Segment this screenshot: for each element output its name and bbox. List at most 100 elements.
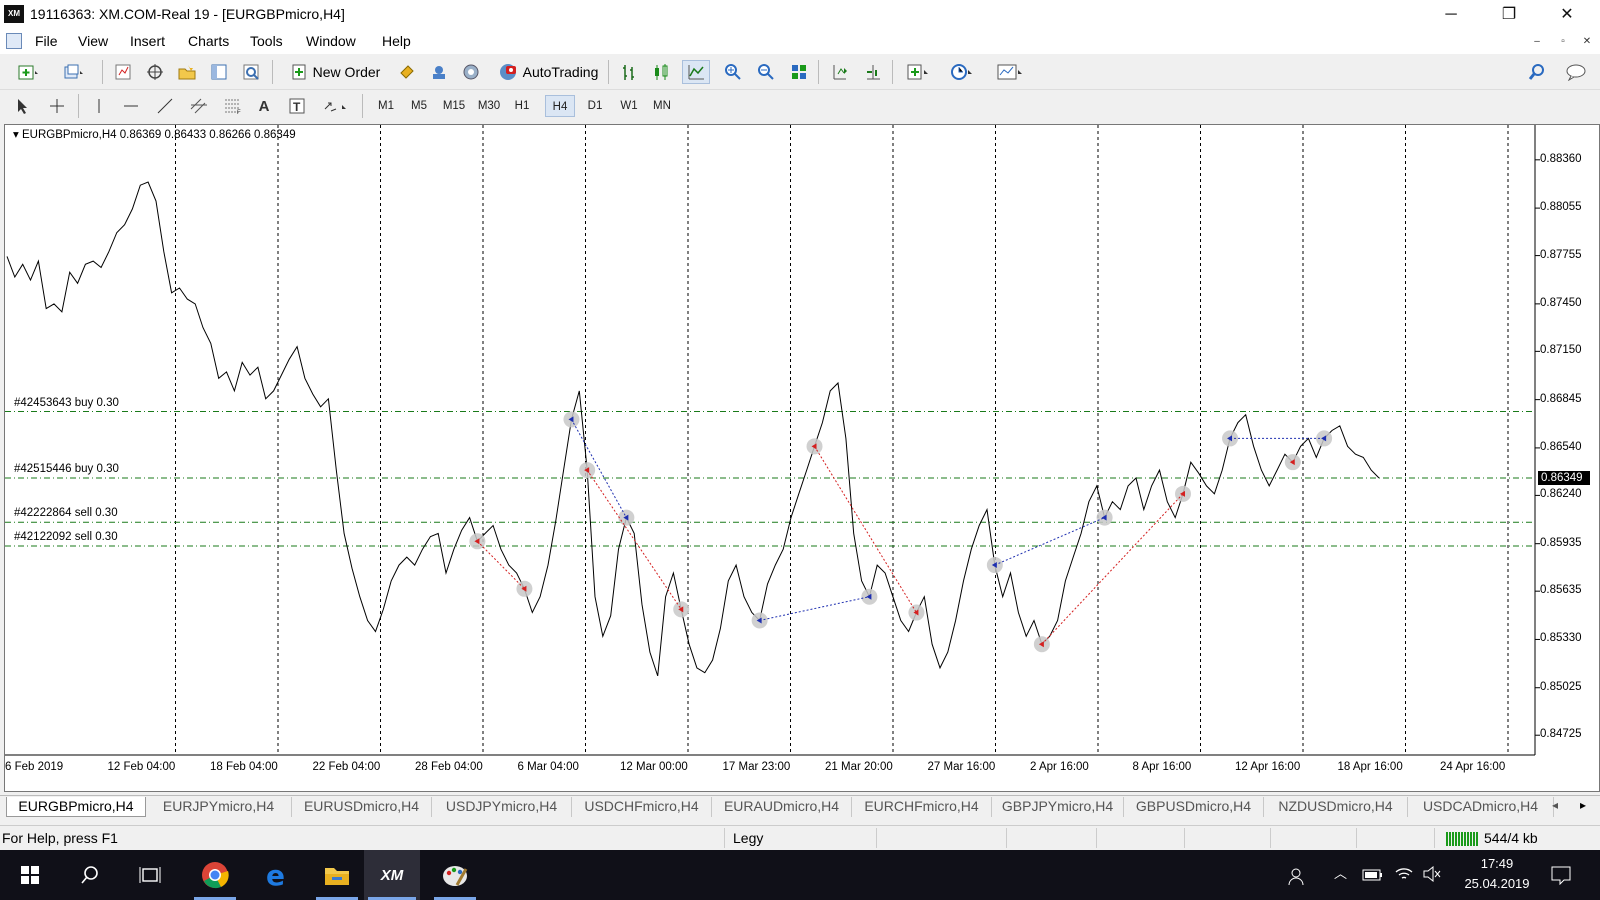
menu-window[interactable]: Window xyxy=(306,33,356,49)
mdi-restore-button[interactable]: ▫ xyxy=(1554,34,1572,50)
timeframe-m5[interactable]: M5 xyxy=(404,95,434,117)
connection-status-icon[interactable] xyxy=(1446,832,1478,846)
show-hidden-icons-icon[interactable]: ︿ xyxy=(1334,863,1347,882)
chart-window[interactable]: ▾ EURGBPmicro,H4 0.86369 0.86433 0.86266… xyxy=(4,124,1600,792)
tabs-scroll-right-icon[interactable]: ▸ xyxy=(1580,798,1586,812)
chart-tab[interactable]: GBPJPYmicro,H4 xyxy=(992,797,1124,817)
metaeditor-icon[interactable] xyxy=(394,60,420,84)
timeframe-h4[interactable]: H4 xyxy=(545,95,575,117)
clock-time[interactable]: 17:49 xyxy=(1452,856,1542,871)
line-chart-icon[interactable] xyxy=(682,60,710,84)
equidistant-channel-icon[interactable] xyxy=(186,94,212,118)
maximize-button[interactable]: ❐ xyxy=(1486,0,1532,30)
chart-tab[interactable]: EURGBPmicro,H4 xyxy=(6,797,146,817)
navigator-icon[interactable] xyxy=(174,60,200,84)
order-label[interactable]: #42122092 sell 0.30 xyxy=(14,531,118,543)
chart-tab[interactable]: EURCHFmicro,H4 xyxy=(852,797,992,817)
chart-collapse-icon[interactable]: ▾ xyxy=(13,129,19,141)
chrome-icon[interactable] xyxy=(190,850,240,900)
price-tick-label: 0.85935 xyxy=(1540,536,1582,549)
signals-icon[interactable] xyxy=(426,60,452,84)
edge-icon[interactable]: e xyxy=(252,850,302,900)
start-icon[interactable] xyxy=(8,850,52,900)
timeframe-h1[interactable]: H1 xyxy=(507,95,537,117)
menu-file[interactable]: File xyxy=(35,33,58,49)
price-tick-label: 0.87150 xyxy=(1540,344,1582,357)
mdi-close-button[interactable]: ✕ xyxy=(1578,34,1596,50)
menu-tools[interactable]: Tools xyxy=(250,33,283,49)
cursor-icon[interactable] xyxy=(10,94,36,118)
tile-windows-icon[interactable] xyxy=(786,60,812,84)
battery-icon[interactable] xyxy=(1362,868,1384,885)
price-chart[interactable] xyxy=(5,125,1599,791)
chart-tab[interactable]: USDCADmicro,H4 xyxy=(1408,797,1554,817)
clock-date[interactable]: 25.04.2019 xyxy=(1452,876,1542,891)
menu-charts[interactable]: Charts xyxy=(188,33,229,49)
menu-view[interactable]: View xyxy=(78,33,108,49)
new-chart-icon[interactable] xyxy=(10,60,46,84)
price-tick-label: 0.88055 xyxy=(1540,201,1582,214)
close-button[interactable]: ✕ xyxy=(1544,0,1590,30)
vertical-line-icon[interactable] xyxy=(86,94,112,118)
chart-tab[interactable]: NZDUSDmicro,H4 xyxy=(1264,797,1408,817)
xm-terminal-icon[interactable]: XM xyxy=(364,850,420,900)
chart-tab[interactable]: EURAUDmicro,H4 xyxy=(712,797,852,817)
trendline-icon[interactable] xyxy=(152,94,178,118)
timeframe-m1[interactable]: M1 xyxy=(371,95,401,117)
task-view-icon[interactable] xyxy=(128,850,172,900)
arrows-icon[interactable] xyxy=(318,94,354,118)
text-icon[interactable]: A xyxy=(252,94,276,118)
timeframe-w1[interactable]: W1 xyxy=(614,95,644,117)
chart-tab[interactable]: GBPUSDmicro,H4 xyxy=(1124,797,1264,817)
people-icon[interactable] xyxy=(1286,866,1306,889)
notifications-icon[interactable] xyxy=(1550,865,1572,888)
chart-tab[interactable]: EURJPYmicro,H4 xyxy=(146,797,292,817)
order-label[interactable]: #42222864 sell 0.30 xyxy=(14,507,118,519)
navigator-crosshair-icon[interactable] xyxy=(142,60,168,84)
text-label-icon[interactable]: T xyxy=(284,94,310,118)
timeframe-m15[interactable]: M15 xyxy=(437,95,471,117)
templates-icon[interactable] xyxy=(990,60,1030,84)
timeframe-mn[interactable]: MN xyxy=(647,95,677,117)
terminal-icon[interactable] xyxy=(206,60,232,84)
volume-muted-icon[interactable] xyxy=(1422,865,1442,885)
crosshair-icon[interactable] xyxy=(44,94,70,118)
periods-icon[interactable] xyxy=(944,60,980,84)
menu-help[interactable]: Help xyxy=(382,33,411,49)
search-icon[interactable] xyxy=(68,850,112,900)
chart-window-icon[interactable] xyxy=(6,33,22,49)
horizontal-line-icon[interactable] xyxy=(118,94,144,118)
paint-icon[interactable] xyxy=(430,850,480,900)
tabs-scroll-left-icon[interactable]: ◂ xyxy=(1552,798,1558,812)
wifi-icon[interactable] xyxy=(1394,866,1414,885)
chart-tabs-bar: EURGBPmicro,H4 EURJPYmicro,H4 EURUSDmicro,… xyxy=(0,795,1600,817)
market-watch-icon[interactable] xyxy=(110,60,136,84)
search-icon[interactable] xyxy=(1524,60,1550,84)
mdi-minimize-button[interactable]: ‒ xyxy=(1528,34,1546,50)
profiles-icon[interactable] xyxy=(56,60,92,84)
file-explorer-icon[interactable] xyxy=(312,850,362,900)
order-label[interactable]: #42453643 buy 0.30 xyxy=(14,397,119,409)
menu-insert[interactable]: Insert xyxy=(130,33,165,49)
zoom-out-icon[interactable] xyxy=(753,60,779,84)
zoom-in-icon[interactable] xyxy=(720,60,746,84)
indicators-icon[interactable] xyxy=(900,60,936,84)
new-order-button[interactable]: New Order xyxy=(282,60,388,84)
chart-tab[interactable]: USDJPYmicro,H4 xyxy=(432,797,572,817)
autotrading-button[interactable]: AutoTrading xyxy=(490,60,606,84)
market-icon[interactable] xyxy=(458,60,484,84)
auto-scroll-icon[interactable] xyxy=(826,60,852,84)
chart-tab[interactable]: USDCHFmicro,H4 xyxy=(572,797,712,817)
time-tick-label: 6 Feb 2019 xyxy=(5,761,64,773)
candlestick-chart-icon[interactable] xyxy=(648,60,674,84)
order-label[interactable]: #42515446 buy 0.30 xyxy=(14,463,119,475)
bar-chart-icon[interactable] xyxy=(616,60,642,84)
timeframe-d1[interactable]: D1 xyxy=(580,95,610,117)
timeframe-m30[interactable]: M30 xyxy=(472,95,506,117)
chart-tab[interactable]: EURUSDmicro,H4 xyxy=(292,797,432,817)
chat-icon[interactable] xyxy=(1562,60,1592,84)
chart-shift-icon[interactable] xyxy=(860,60,886,84)
tester-icon[interactable] xyxy=(238,60,264,84)
fibonacci-icon[interactable]: F xyxy=(220,94,246,118)
minimize-button[interactable]: ─ xyxy=(1428,0,1474,30)
